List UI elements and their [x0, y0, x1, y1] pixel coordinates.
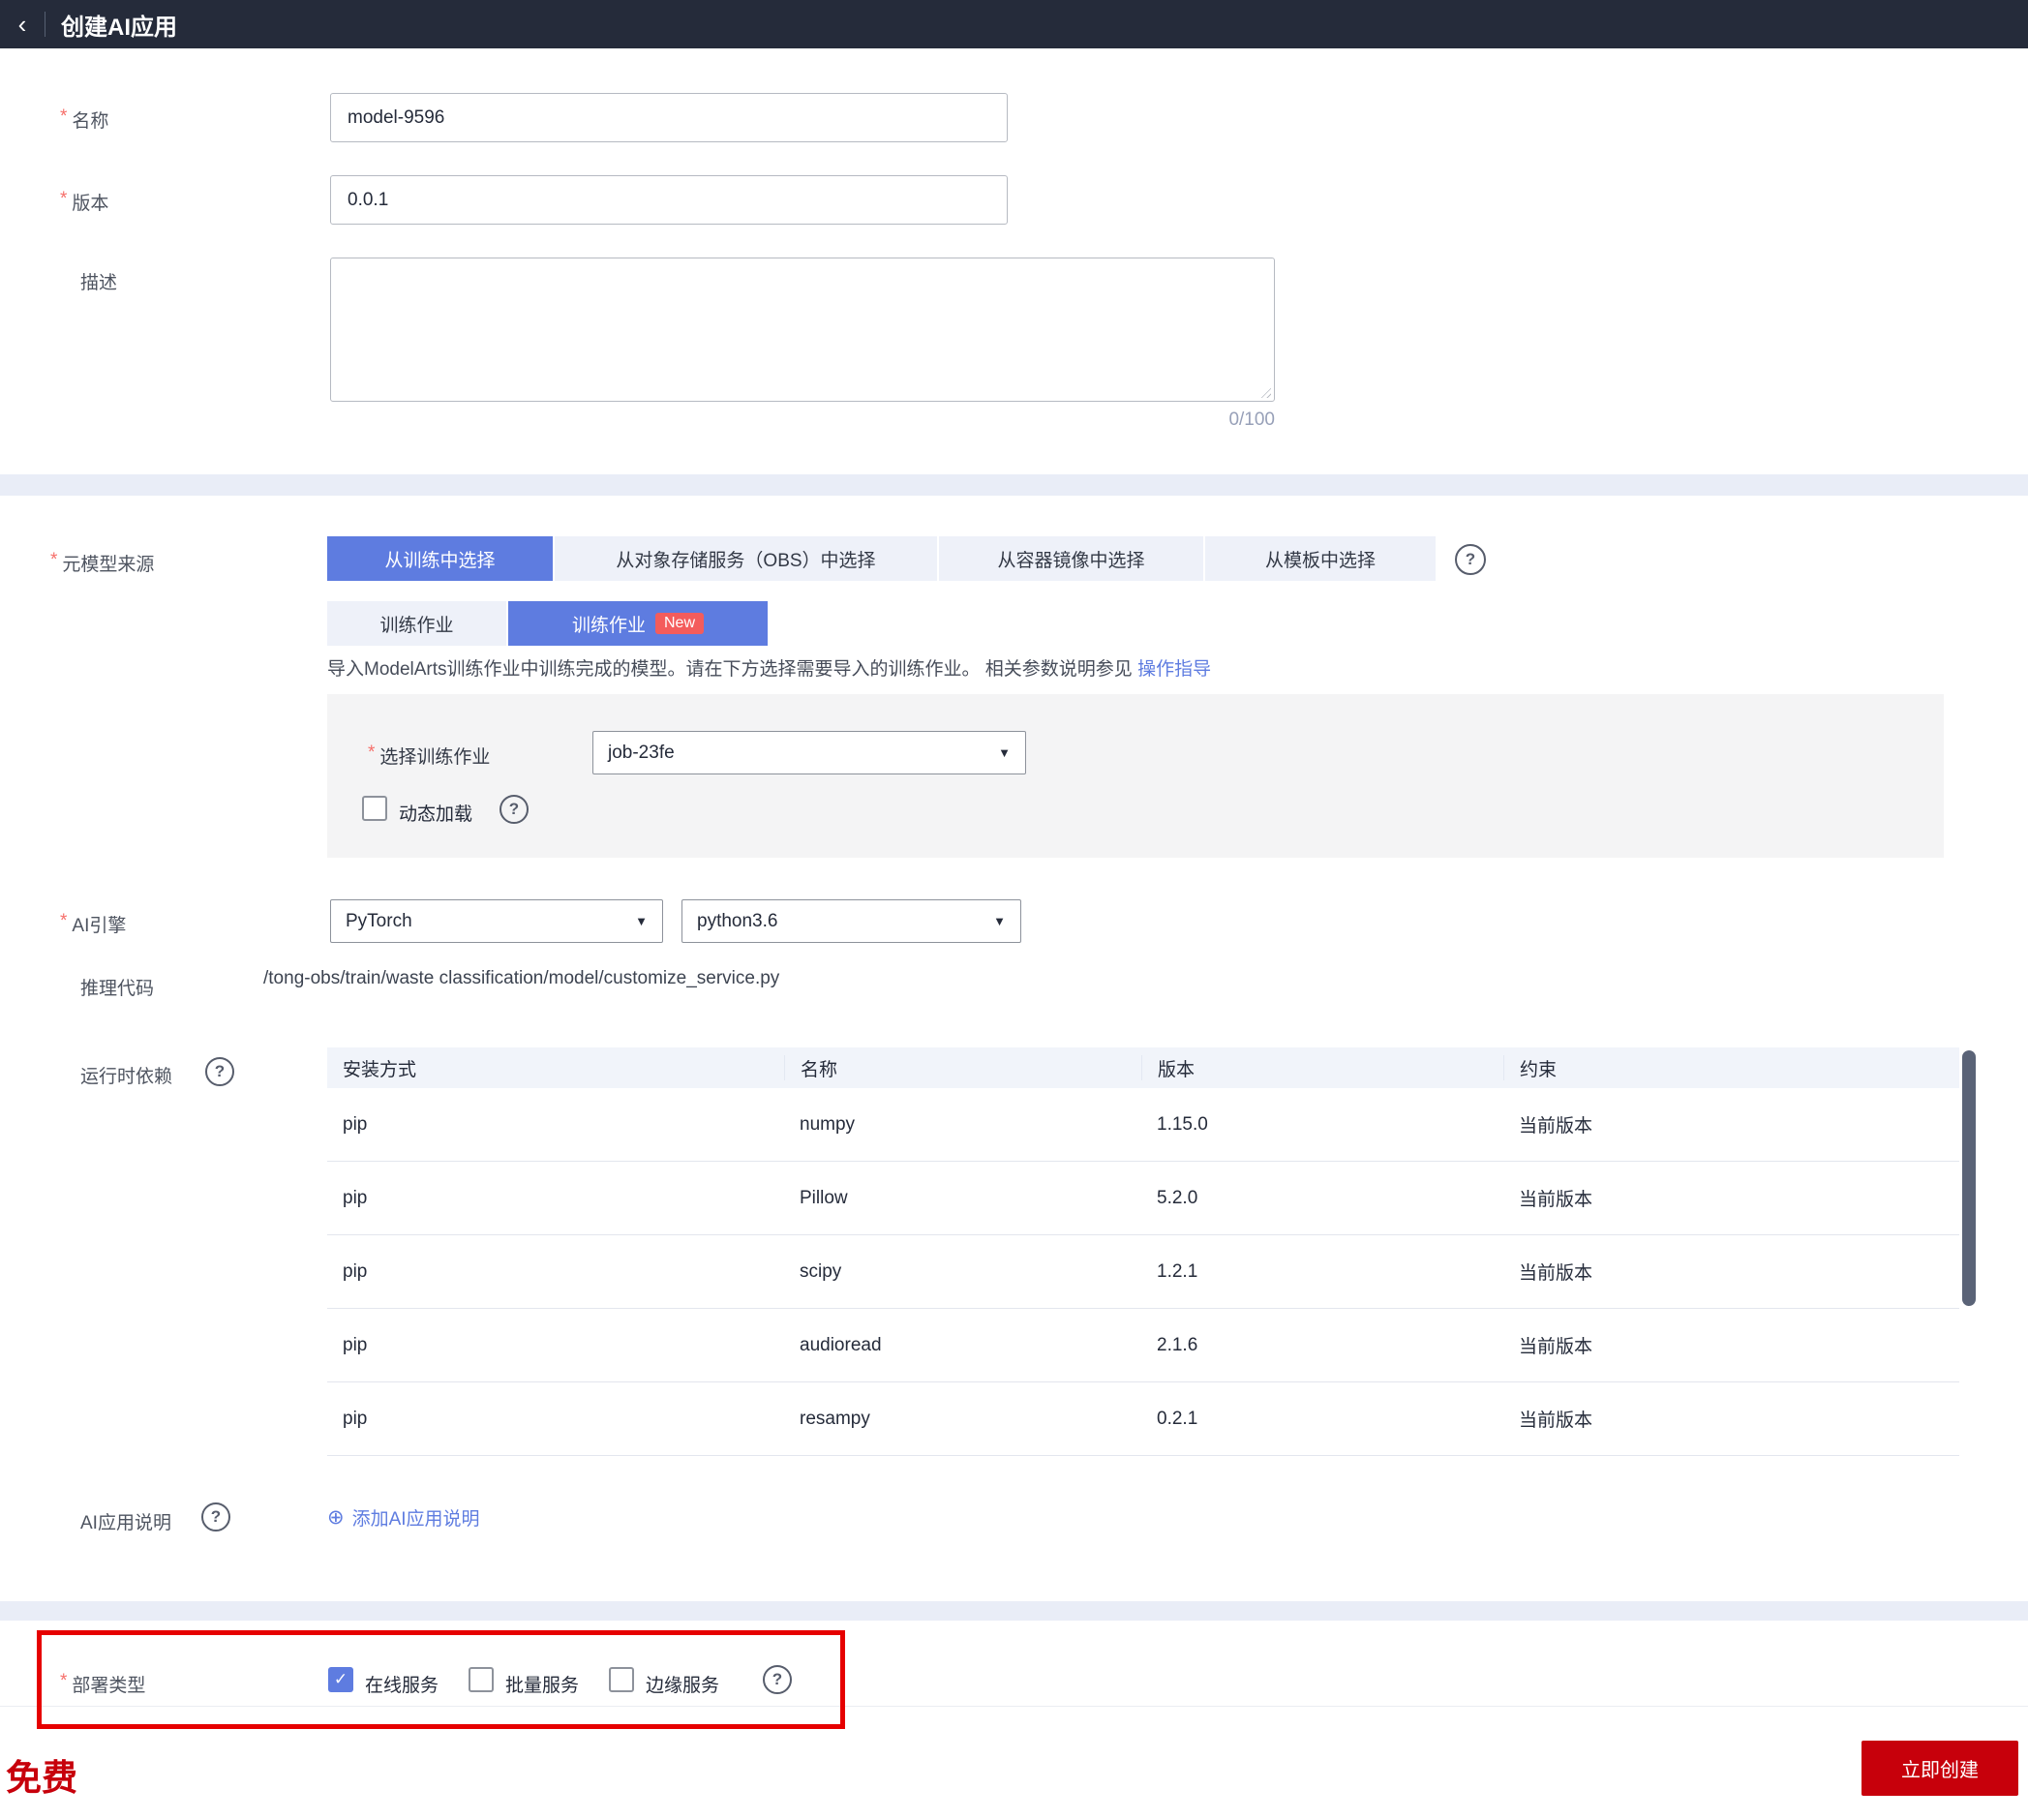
tab-from-container-image[interactable]: 从容器镜像中选择 — [939, 536, 1203, 581]
description-textarea[interactable] — [330, 258, 1275, 402]
runtime-deps-label: 运行时依赖 — [80, 1067, 173, 1087]
required-mark: * — [60, 189, 68, 209]
table-row: pip scipy 1.2.1 当前版本 — [327, 1235, 1959, 1309]
create-now-button[interactable]: 立即创建 — [1862, 1741, 2018, 1796]
dependencies-table: 安装方式 名称 版本 约束 pip numpy 1.15.0 当前版本 pip … — [327, 1047, 1959, 1456]
col-header-name: 名称 — [784, 1055, 1141, 1080]
required-mark: * — [60, 106, 68, 127]
job-select-dropdown[interactable]: job-23fe ▼ — [592, 731, 1026, 774]
table-row: pip numpy 1.15.0 当前版本 — [327, 1088, 1959, 1162]
deploy-type-label: * 部署类型 — [60, 1671, 146, 1696]
free-badge: 免费 — [6, 1758, 77, 1798]
table-scrollbar[interactable] — [1962, 1050, 1976, 1306]
row-divider — [0, 1706, 2028, 1707]
job-select-label: * 选择训练作业 — [368, 743, 491, 768]
highlight-box — [37, 1630, 845, 1729]
help-icon[interactable]: ? — [205, 1057, 234, 1086]
version-label: * 版本 — [60, 189, 109, 214]
help-icon[interactable]: ? — [763, 1665, 792, 1694]
dynamic-load-checkbox[interactable] — [362, 796, 387, 821]
batch-service-checkbox[interactable] — [469, 1667, 494, 1692]
section-separator — [0, 474, 2028, 496]
chevron-down-icon: ▼ — [635, 914, 648, 928]
add-app-description-link[interactable]: ⊕ 添加AI应用说明 — [327, 1504, 480, 1531]
page-title: 创建AI应用 — [61, 14, 177, 41]
back-icon[interactable]: ‹ — [0, 0, 45, 48]
col-header-version: 版本 — [1141, 1055, 1503, 1080]
edge-service-checkbox[interactable] — [609, 1667, 634, 1692]
inference-code-label: 推理代码 — [80, 979, 155, 999]
ai-engine-dropdown[interactable]: PyTorch ▼ — [330, 899, 663, 943]
table-row: pip audioread 2.1.6 当前版本 — [327, 1309, 1959, 1382]
required-mark: * — [50, 550, 58, 570]
operation-guide-link[interactable]: 操作指导 — [1137, 659, 1211, 680]
help-icon[interactable]: ? — [499, 795, 529, 824]
subtab-training-job-new[interactable]: 训练作业 New — [508, 601, 768, 646]
table-header-row: 安装方式 名称 版本 约束 — [327, 1047, 1959, 1088]
tab-from-obs[interactable]: 从对象存储服务（OBS）中选择 — [555, 536, 937, 581]
section-separator — [0, 1601, 2028, 1621]
online-service-label: 在线服务 — [365, 1676, 439, 1696]
tab-from-template[interactable]: 从模板中选择 — [1205, 536, 1436, 581]
online-service-checkbox[interactable]: ✓ — [328, 1667, 353, 1692]
add-circle-icon: ⊕ — [327, 1506, 345, 1529]
col-header-install-method: 安装方式 — [343, 1059, 417, 1080]
subtab-training-job[interactable]: 训练作业 — [327, 601, 506, 646]
chevron-down-icon: ▼ — [993, 914, 1006, 928]
description-char-counter: 0/100 — [1228, 410, 1275, 430]
resize-handle-icon[interactable] — [1258, 385, 1271, 398]
inference-code-path: /tong-obs/train/waste classification/mod… — [263, 968, 780, 988]
required-mark: * — [60, 1671, 68, 1691]
chevron-down-icon: ▼ — [998, 745, 1011, 760]
table-row: pip Pillow 5.2.0 当前版本 — [327, 1162, 1959, 1235]
required-mark: * — [60, 911, 68, 931]
dynamic-load-label: 动态加载 — [399, 804, 473, 825]
name-label: * 名称 — [60, 106, 109, 132]
help-icon[interactable]: ? — [1455, 544, 1486, 575]
version-input[interactable]: 0.0.1 — [330, 175, 1008, 225]
page-header: ‹ 创建AI应用 — [0, 0, 2028, 48]
runtime-dropdown[interactable]: python3.6 ▼ — [681, 899, 1021, 943]
ai-engine-label: * AI引擎 — [60, 911, 127, 936]
description-label: 描述 — [80, 273, 118, 293]
tab-from-training[interactable]: 从训练中选择 — [327, 536, 553, 581]
new-badge: New — [655, 613, 705, 634]
batch-service-label: 批量服务 — [505, 1676, 580, 1696]
name-input[interactable]: model-9596 — [330, 93, 1008, 142]
table-row: pip resampy 0.2.1 当前版本 — [327, 1382, 1959, 1456]
training-job-panel — [327, 694, 1944, 858]
col-header-constraint: 约束 — [1503, 1055, 1959, 1080]
import-hint: 导入ModelArts训练作业中训练完成的模型。请在下方选择需要导入的训练作业。… — [327, 659, 1212, 680]
create-ai-app-page: ‹ 创建AI应用 * 名称 model-9596 * 版本 0.0.1 描述 0… — [0, 0, 2028, 1820]
help-icon[interactable]: ? — [201, 1502, 230, 1532]
check-icon: ✓ — [333, 1670, 348, 1688]
required-mark: * — [368, 743, 376, 763]
meta-model-source-label: * 元模型来源 — [50, 550, 155, 575]
app-description-label: AI应用说明 — [80, 1513, 171, 1533]
edge-service-label: 边缘服务 — [646, 1676, 720, 1696]
